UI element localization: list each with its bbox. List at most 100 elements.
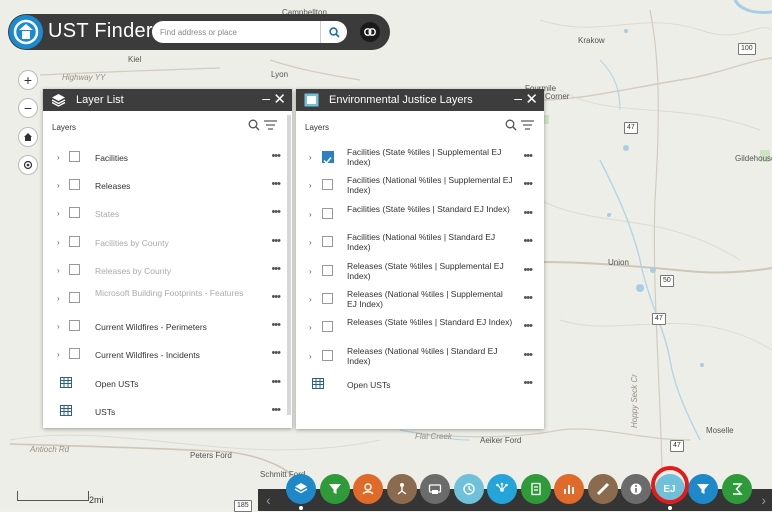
home-button[interactable] xyxy=(18,127,38,147)
link-button[interactable] xyxy=(360,22,380,42)
layer-list-widget[interactable] xyxy=(286,474,316,504)
expand-caret-icon[interactable]: › xyxy=(57,209,60,218)
expand-caret-icon[interactable]: › xyxy=(309,267,312,276)
share-widget[interactable] xyxy=(386,474,417,504)
more-options-icon[interactable]: ••• xyxy=(523,320,533,332)
more-options-icon[interactable]: ••• xyxy=(523,292,533,304)
layer-checkbox[interactable] xyxy=(322,207,333,219)
layer-list-item[interactable]: › Facilities ••• xyxy=(43,144,292,172)
ej-layer-item[interactable]: Open USTs ••• xyxy=(296,371,544,399)
expand-caret-icon[interactable]: › xyxy=(309,238,312,247)
layer-checkbox[interactable] xyxy=(322,179,333,191)
more-options-icon[interactable]: ••• xyxy=(271,291,281,303)
layer-list-item[interactable]: USTs ••• xyxy=(43,398,292,426)
layer-list-item[interactable]: › Microsoft Building Footprints - Feature… xyxy=(43,285,292,313)
expand-caret-icon[interactable]: › xyxy=(309,352,312,361)
more-options-icon[interactable]: ••• xyxy=(271,263,281,275)
close-button[interactable]: ✕ xyxy=(273,90,286,108)
layer-checkbox[interactable] xyxy=(322,321,333,333)
layer-checkbox[interactable] xyxy=(69,235,80,247)
info-widget[interactable] xyxy=(621,474,651,504)
layer-checkbox[interactable] xyxy=(322,349,333,361)
ej-layer-item[interactable]: › Facilities (National %tiles | Standard … xyxy=(296,229,544,257)
more-options-icon[interactable]: ••• xyxy=(523,235,533,247)
more-options-icon[interactable]: ••• xyxy=(271,235,281,247)
expand-caret-icon[interactable]: › xyxy=(309,181,312,190)
more-options-icon[interactable]: ••• xyxy=(523,150,533,162)
search-input[interactable] xyxy=(160,21,316,43)
draw-widget[interactable] xyxy=(353,474,383,504)
zoom-out-button[interactable]: − xyxy=(18,98,38,118)
zoom-in-button[interactable]: + xyxy=(18,70,38,90)
more-options-icon[interactable]: ••• xyxy=(271,206,281,218)
expand-caret-icon[interactable]: › xyxy=(57,181,60,190)
layer-list-item[interactable]: Open USTs ••• xyxy=(43,370,292,398)
ej-layer-item[interactable]: › Facilities (National %tiles | Supplemen… xyxy=(296,172,544,200)
layer-checkbox[interactable] xyxy=(69,292,80,303)
toolbar-next-arrow[interactable]: › xyxy=(761,492,766,508)
layer-list-item[interactable]: › Current Wildfires - Incidents ••• xyxy=(43,341,292,369)
more-options-icon[interactable]: ••• xyxy=(523,178,533,190)
more-options-icon[interactable]: ••• xyxy=(271,404,281,416)
layer-list-item[interactable]: › States ••• xyxy=(43,200,292,228)
ej-layer-item[interactable]: › Releases (State %tiles | Standard EJ In… xyxy=(296,314,544,342)
expand-caret-icon[interactable]: › xyxy=(57,238,60,247)
more-options-icon[interactable]: ••• xyxy=(271,347,281,359)
layer-checkbox[interactable] xyxy=(322,151,334,165)
scrollbar[interactable] xyxy=(287,115,291,415)
layer-list-item[interactable]: › Releases by County ••• xyxy=(43,257,292,285)
search-icon[interactable] xyxy=(505,119,517,131)
layer-list-item[interactable]: › Current Wildfires - Perimeters ••• xyxy=(43,313,292,341)
summary-widget[interactable] xyxy=(721,474,752,504)
filter-list-icon[interactable] xyxy=(521,120,535,131)
filter-widget[interactable] xyxy=(319,474,350,504)
layer-checkbox[interactable] xyxy=(69,263,80,275)
expand-caret-icon[interactable]: › xyxy=(309,210,312,219)
search-button[interactable] xyxy=(320,21,347,43)
close-button[interactable]: ✕ xyxy=(525,90,538,108)
locate-button[interactable] xyxy=(18,155,38,175)
layer-checkbox[interactable] xyxy=(69,151,80,162)
toolbar-prev-arrow[interactable]: ‹ xyxy=(266,492,271,508)
layer-checkbox[interactable] xyxy=(322,236,333,248)
expand-caret-icon[interactable]: › xyxy=(57,322,60,331)
expand-caret-icon[interactable]: › xyxy=(57,350,60,359)
more-options-icon[interactable]: ••• xyxy=(271,319,281,331)
network-widget[interactable] xyxy=(487,474,517,504)
layer-list-item[interactable]: › Facilities by County ••• xyxy=(43,229,292,257)
report-widget[interactable] xyxy=(520,474,551,504)
more-options-icon[interactable]: ••• xyxy=(523,377,533,389)
more-options-icon[interactable]: ••• xyxy=(523,349,533,361)
layer-checkbox[interactable] xyxy=(69,207,80,219)
filter-widget-2[interactable] xyxy=(688,474,718,504)
minimize-button[interactable]: – xyxy=(262,90,270,106)
minimize-button[interactable]: – xyxy=(514,90,522,106)
more-options-icon[interactable]: ••• xyxy=(523,264,533,276)
layer-checkbox[interactable] xyxy=(69,348,80,360)
ej-layer-item[interactable]: › Releases (National %tiles | Standard EJ… xyxy=(296,343,544,371)
layer-checkbox[interactable] xyxy=(322,264,333,276)
measure-widget[interactable] xyxy=(587,474,618,504)
more-options-icon[interactable]: ••• xyxy=(271,178,281,190)
layer-checkbox[interactable] xyxy=(69,179,80,191)
more-options-icon[interactable]: ••• xyxy=(271,150,281,162)
print-widget[interactable] xyxy=(420,474,450,504)
history-widget[interactable] xyxy=(453,474,484,504)
layer-checkbox[interactable] xyxy=(69,320,80,332)
expand-caret-icon[interactable]: › xyxy=(57,266,60,275)
ej-layer-item[interactable]: › Releases (National %tiles | Supplementa… xyxy=(296,286,544,314)
expand-caret-icon[interactable]: › xyxy=(57,153,60,162)
layer-list-item[interactable]: › Releases ••• xyxy=(43,172,292,200)
layer-checkbox[interactable] xyxy=(322,293,333,304)
chart-widget[interactable] xyxy=(554,474,584,504)
expand-caret-icon[interactable]: › xyxy=(309,153,312,162)
ej-layer-item[interactable]: › Facilities (State %tiles | Standard EJ … xyxy=(296,201,544,229)
expand-caret-icon[interactable]: › xyxy=(309,295,312,304)
expand-caret-icon[interactable]: › xyxy=(57,294,60,303)
more-options-icon[interactable]: ••• xyxy=(271,376,281,388)
filter-list-icon[interactable] xyxy=(264,120,278,131)
ej-layer-item[interactable]: › Facilities (State %tiles | Supplemental… xyxy=(296,144,544,172)
more-options-icon[interactable]: ••• xyxy=(523,207,533,219)
ej-layer-item[interactable]: › Releases (State %tiles | Supplemental E… xyxy=(296,258,544,286)
expand-caret-icon[interactable]: › xyxy=(309,323,312,332)
